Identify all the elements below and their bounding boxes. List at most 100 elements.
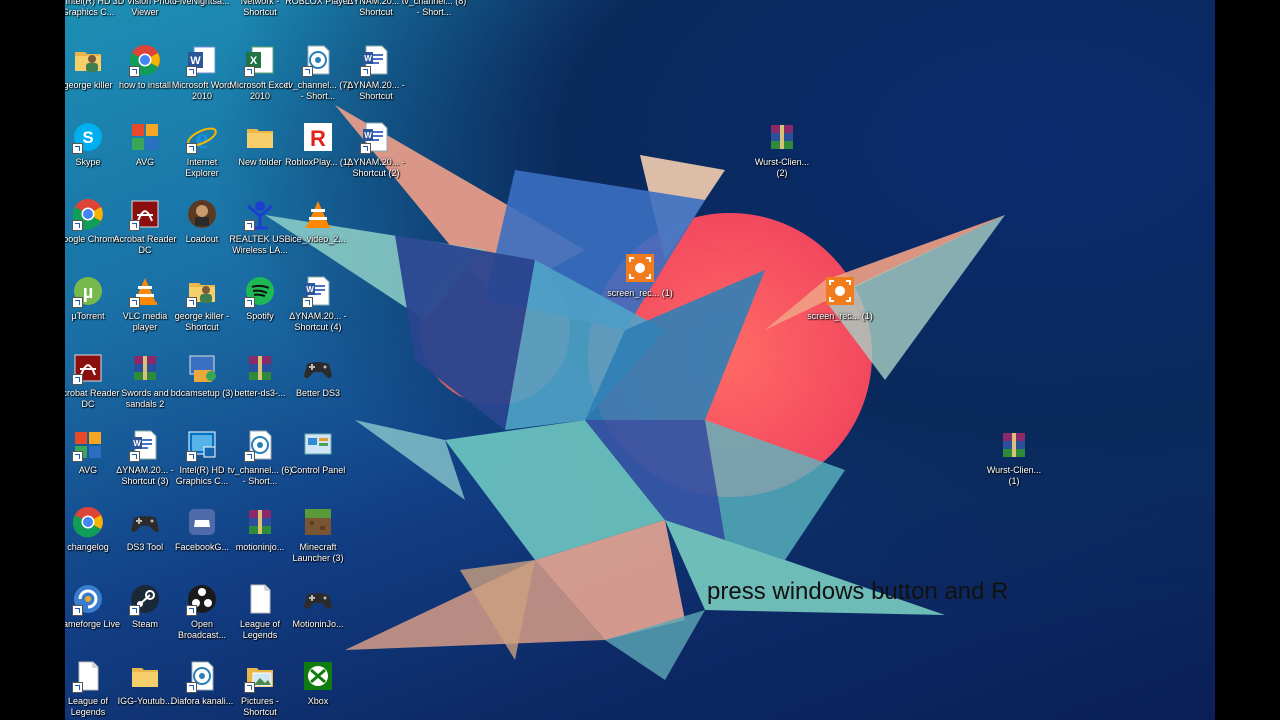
shortcut-arrow-icon: [186, 66, 197, 77]
desktop: Intel(R) HD Graphics C... 3D Vision Photo…: [65, 0, 1215, 720]
desktop-icon[interactable]: W ΔYNAM.20... - Shortcut (3): [116, 427, 174, 503]
desktop-icon[interactable]: MotioninJo...: [289, 581, 347, 657]
desktop-icon-label: New folder: [238, 157, 282, 167]
desktop-icon-label: screen_rec... (1): [807, 311, 873, 321]
desktop-icon[interactable]: screen_rec... (1): [807, 273, 873, 349]
desktop-icon[interactable]: Swords and sandals 2: [116, 350, 174, 426]
desktop-icon[interactable]: W Microsoft Word 2010: [172, 42, 232, 118]
desktop-icon-label: motioninjo...: [235, 542, 285, 552]
shortcut-arrow-icon: [72, 220, 83, 231]
desktop-icon[interactable]: e Internet Explorer: [173, 119, 231, 195]
desktop-icon[interactable]: Network - Shortcut: [231, 0, 289, 34]
shortcut-arrow-icon: [72, 605, 83, 616]
desktop-icon-label: Control Panel: [290, 465, 346, 475]
desktop-icon[interactable]: changelog: [65, 504, 117, 580]
desktop-icon[interactable]: tv_channel... (8) - Short...: [402, 0, 467, 34]
desktop-icon[interactable]: Minecraft Launcher (3): [289, 504, 347, 580]
desktop-icon[interactable]: Wurst-Clien... (2): [753, 119, 811, 195]
shortcut-arrow-icon: [129, 605, 140, 616]
desktop-icon[interactable]: how to install: [116, 42, 174, 118]
desktop-icon[interactable]: S Skype: [65, 119, 117, 195]
desktop-icon[interactable]: League of Legends: [231, 581, 289, 657]
desktop-icon[interactable]: RROBLOX Player: [285, 0, 351, 34]
desktop-icon[interactable]: Steam: [116, 581, 174, 657]
desktop-icon[interactable]: Google Chrome: [65, 196, 120, 272]
desktop-icon[interactable]: motioninjo...: [231, 504, 289, 580]
desktop-icon[interactable]: better-ds3-...: [231, 350, 289, 426]
shortcut-arrow-icon: [72, 374, 83, 385]
desktop-icon[interactable]: screen_rec... (1): [607, 250, 673, 326]
desktop-icon[interactable]: VLC media player: [116, 273, 174, 349]
desktop-icon[interactable]: Loadout: [173, 196, 231, 272]
minecraft-icon: [302, 506, 334, 538]
desktop-icon[interactable]: Diafora kanali...: [171, 658, 233, 720]
desktop-icon[interactable]: WΔYNAM.20... - Shortcut: [347, 42, 405, 118]
desktop-icon-label: Internet Explorer: [185, 157, 219, 178]
desktop-icon[interactable]: Open Broadcast...: [173, 581, 231, 657]
desktop-icon[interactable]: Intel(R) HD Graphics C...: [65, 0, 117, 34]
desktop-icon[interactable]: New folder: [231, 119, 289, 195]
winrar-icon: [244, 352, 276, 384]
gamepad-icon: [129, 506, 161, 538]
desktop-icon[interactable]: tv_channel... (6) - Short...: [228, 427, 292, 503]
desktop-icon[interactable]: 3D Vision Photo Viewer: [113, 0, 177, 34]
desktop-icon[interactable]: X Microsoft Excel 2010: [229, 42, 291, 118]
shortcut-arrow-icon: [244, 451, 255, 462]
desktop-icon[interactable]: Acrobat Reader DC: [65, 350, 120, 426]
desktop-icon-label: bdcamsetup (3): [170, 388, 234, 398]
desktop-icon[interactable]: FiveNightsa...: [173, 0, 231, 34]
desktop-icon-label: League of Legends: [239, 619, 281, 640]
desktop-icon-label: Better DS3: [295, 388, 341, 398]
desktop-icon[interactable]: Xbox: [289, 658, 347, 720]
desktop-icon[interactable]: bdcamsetup (3): [171, 350, 233, 426]
desktop-icon-label: Wurst-Clien... (1): [986, 465, 1042, 486]
desktop-icon[interactable]: AVG: [65, 427, 117, 503]
desktop-icon-label: Microsoft Excel 2010: [229, 80, 291, 101]
desktop-icon[interactable]: Wurst-Clien... (1): [985, 427, 1043, 503]
desktop-icon[interactable]: IGG-Youtub...: [116, 658, 174, 720]
svg-text:W: W: [364, 131, 372, 140]
desktop-icon-label: tv_channel... (7) - Short...: [285, 80, 351, 101]
desktop-icon[interactable]: Control Panel: [289, 427, 347, 503]
desktop-icon-label: ΔYNAM.20... - Shortcut: [347, 80, 405, 101]
desktop-icon[interactable]: Acrobat Reader DC: [113, 196, 177, 272]
video-caption: press windows button and R: [707, 578, 1009, 605]
desktop-icon[interactable]: FacebookG...: [173, 504, 231, 580]
desktop-icon[interactable]: League of Legends: [65, 658, 117, 720]
shortcut-arrow-icon: [244, 220, 255, 231]
desktop-icon-label: RobloxPlay... (1): [285, 157, 351, 167]
desktop-icon[interactable]: george killer - Shortcut: [173, 273, 231, 349]
desktop-icon[interactable]: ice_video_2...: [289, 196, 347, 272]
gamepad-icon: [302, 583, 334, 615]
desktop-icon[interactable]: Gameforge Live: [65, 581, 120, 657]
desktop-icon[interactable]: Pictures - Shortcut: [231, 658, 289, 720]
svg-text:µ: µ: [83, 282, 93, 302]
desktop-icon[interactable]: AVG: [116, 119, 174, 195]
desktop-icon-label: screen_rec... (1): [607, 288, 673, 298]
desktop-icon[interactable]: Intel(R) HD Graphics C...: [173, 427, 231, 503]
shortcut-arrow-icon: [244, 297, 255, 308]
desktop-icon[interactable]: tv_channel... (7) - Short...: [286, 42, 350, 118]
desktop-icon[interactable]: Spotify: [231, 273, 289, 349]
desktop-icon[interactable]: W ΔYNAM.20... - Shortcut (4): [289, 273, 347, 349]
screen-recorder-icon: [624, 252, 656, 284]
svg-text:e: e: [195, 122, 208, 153]
desktop-icon-label: MotioninJo...: [292, 619, 344, 629]
desktop-icon[interactable]: µ µTorrent: [65, 273, 117, 349]
roblox-icon: R: [302, 121, 334, 153]
desktop-icon[interactable]: WΔYNAM.20... - Shortcut: [347, 0, 405, 34]
shortcut-arrow-icon: [129, 451, 140, 462]
shortcut-arrow-icon: [360, 66, 371, 77]
facebook-gameroom-icon: [186, 506, 218, 538]
desktop-icon[interactable]: DS3 Tool: [116, 504, 174, 580]
shortcut-arrow-icon: [186, 143, 197, 154]
svg-text:S: S: [82, 128, 93, 147]
desktop-icon[interactable]: R RobloxPlay... (1): [285, 119, 351, 195]
control-panel-icon: [302, 429, 334, 461]
desktop-icon[interactable]: REALTEK USB Wireless LA...: [229, 196, 291, 272]
desktop-icon[interactable]: george killer: [65, 42, 117, 118]
desktop-icon[interactable]: W ΔYNAM.20... - Shortcut (2): [347, 119, 405, 195]
chrome-icon: [72, 506, 104, 538]
winrar-icon: [998, 429, 1030, 461]
desktop-icon[interactable]: Better DS3: [289, 350, 347, 426]
